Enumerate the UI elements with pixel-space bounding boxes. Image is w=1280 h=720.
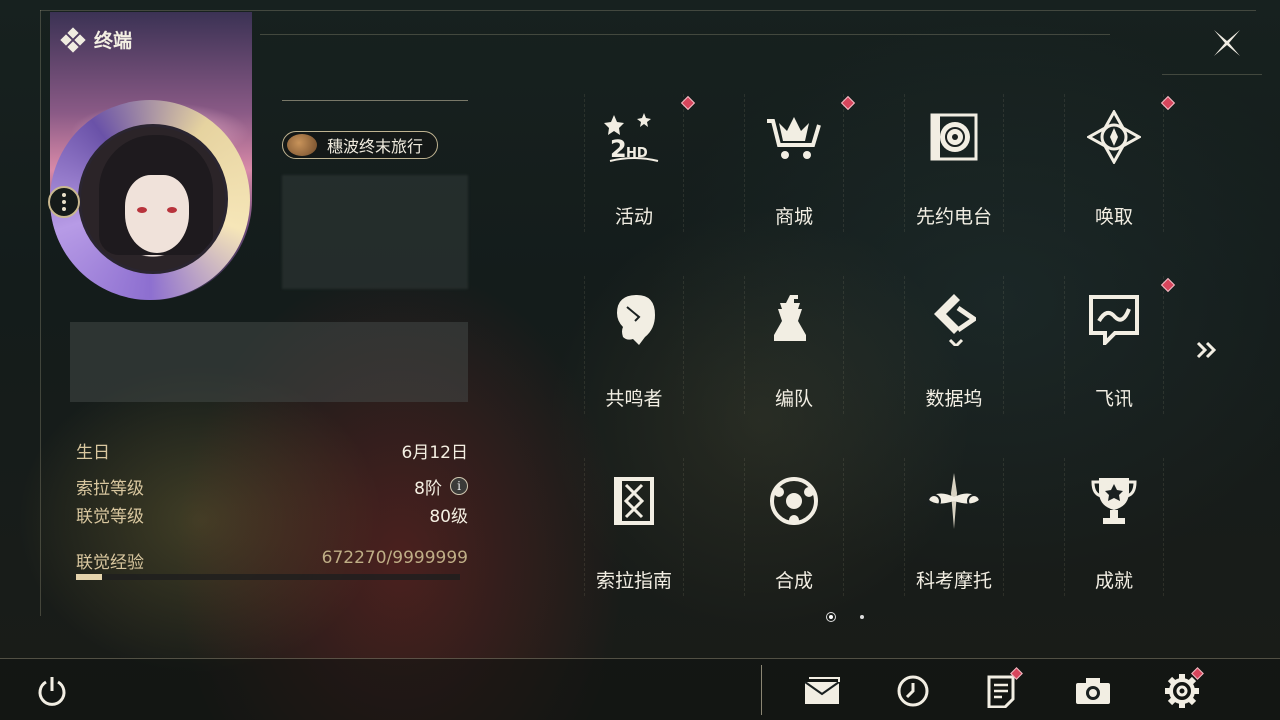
synthesis-orbit-icon	[770, 477, 818, 525]
frame-top-line	[40, 10, 1256, 11]
menu-label: 合成	[774, 570, 813, 592]
notification-badge	[1160, 277, 1176, 293]
pet-avatar-icon	[287, 134, 317, 156]
close-button[interactable]	[1206, 22, 1248, 64]
trophy-icon	[1091, 478, 1137, 524]
menu-label: 科考摩托	[915, 570, 992, 592]
avatar[interactable]	[78, 124, 228, 274]
title-badge-text: 穗波终末旅行	[327, 137, 424, 156]
stat-label: 生日	[76, 442, 110, 463]
toolbar-separator	[761, 665, 762, 715]
clock-icon	[897, 675, 929, 707]
menu-label: 商城	[774, 206, 813, 228]
gear-icon	[1165, 674, 1199, 708]
frame-inner-top-line	[260, 34, 1110, 35]
shop-cart-icon	[767, 117, 821, 159]
chat-message-icon	[1089, 295, 1139, 345]
frame-left-line	[40, 10, 41, 616]
menu-item-data-dock[interactable]: 数据坞	[904, 276, 1004, 414]
exp-label: 联觉经验	[76, 553, 144, 573]
stat-value: 80级	[429, 506, 468, 527]
stat-label: 联觉等级	[76, 506, 144, 527]
mail-icon	[804, 677, 840, 704]
profile-more-button[interactable]	[48, 186, 80, 218]
diamond-cluster-icon	[60, 26, 86, 53]
menu-label: 飞讯	[1094, 388, 1133, 410]
stat-value: 8阶	[414, 478, 442, 499]
menu-item-shop[interactable]: 商城	[744, 94, 856, 232]
notification-badge	[1160, 95, 1176, 111]
page-dot-active[interactable]	[826, 612, 836, 622]
menu-item-motorcycle[interactable]: 科考摩托	[904, 458, 1004, 596]
power-button[interactable]	[32, 671, 72, 711]
motorcycle-icon	[927, 473, 981, 529]
menu-item-events[interactable]: 2 HD 活动	[584, 94, 696, 232]
stat-union-level: 联觉等级 80级	[76, 500, 468, 528]
player-name-area	[282, 175, 468, 289]
stat-value: 6月12日	[401, 442, 468, 463]
next-page-button[interactable]	[1192, 336, 1222, 364]
menu-grid: 2 HD 活动 商城 先约电台 唤取 共鸣者 编队 数据坞 飞讯 索拉指南 合成…	[584, 94, 1176, 604]
page-indicator	[826, 612, 864, 622]
radio-record-icon	[930, 113, 978, 161]
history-button[interactable]	[893, 671, 933, 711]
power-icon	[38, 677, 66, 706]
page-title: 终端	[94, 30, 133, 52]
mail-button[interactable]	[802, 671, 842, 711]
exp-value: 672270/9999999	[321, 548, 468, 568]
close-icon	[1214, 30, 1240, 56]
stat-label: 索拉等级	[76, 478, 144, 499]
data-dock-icon	[934, 294, 976, 346]
signature-area[interactable]	[70, 322, 468, 402]
menu-item-team[interactable]: 编队	[744, 276, 844, 414]
terminal-header: 终端	[60, 26, 133, 53]
menu-label: 唤取	[1094, 206, 1133, 228]
menu-label: 索拉指南	[595, 570, 672, 592]
menu-label: 数据坞	[925, 388, 983, 410]
guide-book-icon	[614, 477, 654, 525]
notification-badge	[840, 95, 856, 111]
info-icon[interactable]: i	[450, 477, 468, 495]
camera-button[interactable]	[1073, 671, 1113, 711]
menu-item-resonators[interactable]: 共鸣者	[584, 276, 684, 414]
settings-button[interactable]	[1162, 667, 1204, 711]
menu-label: 共鸣者	[605, 388, 663, 410]
page-dot[interactable]	[860, 615, 864, 619]
resonator-head-icon	[617, 295, 655, 345]
notification-badge	[680, 95, 696, 111]
frame-right-accent	[1162, 74, 1262, 75]
stat-birthday: 生日 6月12日	[76, 436, 468, 464]
menu-item-messages[interactable]: 飞讯	[1064, 276, 1176, 414]
menu-item-summon[interactable]: 唤取	[1064, 94, 1176, 232]
menu-label: 活动	[614, 206, 653, 228]
menu-item-achievements[interactable]: 成就	[1064, 458, 1164, 596]
menu-label: 编队	[774, 388, 813, 410]
chess-team-icon	[774, 295, 806, 341]
profile-stats: 生日 6月12日 索拉等级 8阶 i 联觉等级 80级	[76, 436, 468, 528]
menu-label: 先约电台	[915, 206, 992, 228]
exp-progress-bar	[76, 574, 460, 580]
menu-item-radio[interactable]: 先约电台	[904, 94, 1004, 232]
union-exp-row: 联觉经验 672270/9999999	[76, 548, 468, 573]
event-2hd-icon: 2 HD	[604, 113, 659, 163]
compass-summon-icon	[1087, 110, 1141, 164]
exp-progress-fill	[76, 574, 102, 580]
menu-item-synthesis[interactable]: 合成	[744, 458, 844, 596]
camera-icon	[1076, 678, 1110, 704]
double-chevron-right-icon	[1196, 341, 1217, 359]
stat-sola-level: 索拉等级 8阶 i	[76, 472, 468, 500]
menu-item-sola-guide[interactable]: 索拉指南	[584, 458, 684, 596]
note-icon	[987, 675, 1015, 708]
notes-button[interactable]	[981, 667, 1023, 711]
menu-label: 成就	[1094, 570, 1133, 592]
player-title-badge[interactable]: 穗波终末旅行	[282, 131, 439, 159]
divider	[282, 100, 468, 101]
bottom-toolbar	[0, 658, 1280, 720]
